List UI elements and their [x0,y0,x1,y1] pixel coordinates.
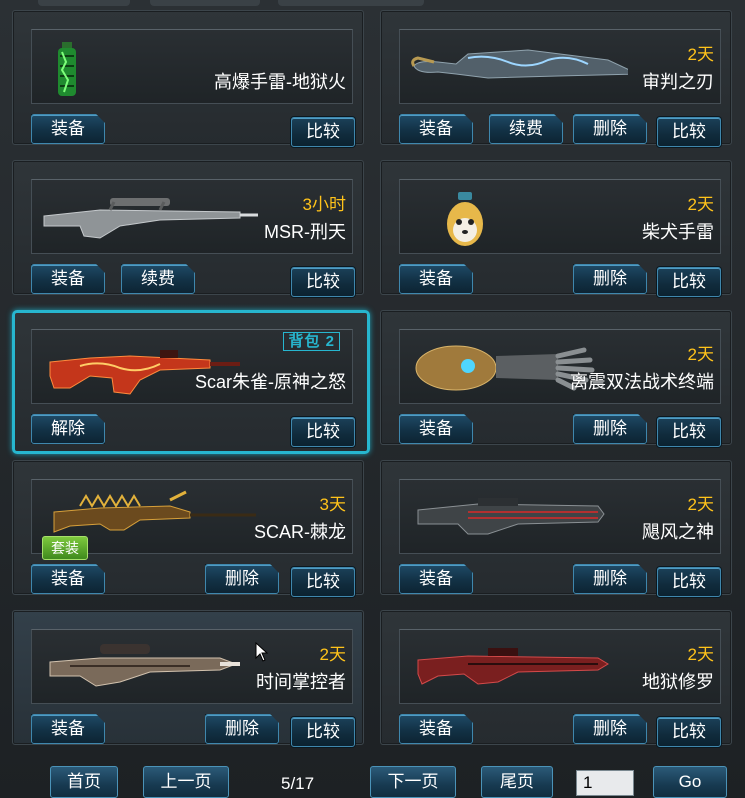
item-image-frame: 2天 时间掌控者 [31,629,353,704]
item-duration: 2天 [687,45,714,64]
msr-rifle-icon [43,198,258,239]
item-name: MSR-刑天 [264,222,346,242]
item-card[interactable]: 2天 飓风之神 装备 删除 比较 [380,460,732,597]
first-page-button[interactable]: 首页 [50,766,118,798]
item-name: SCAR-棘龙 [253,522,346,542]
bag-tag: 背包 2 [283,332,340,351]
item-image-frame: 2天 审判之刃 [399,29,721,104]
unequip-button[interactable]: 解除 [31,414,105,444]
item-name: 飓风之神 [642,522,714,542]
item-card[interactable]: 2天 地狱修罗 装备 删除 比较 [380,610,732,747]
item-image-frame: 2天 离震双法战术终端 [399,329,721,404]
delete-button[interactable]: 删除 [205,714,279,744]
item-duration: 2天 [687,345,714,364]
delete-button[interactable]: 删除 [573,414,647,444]
item-name: 审判之刃 [642,72,714,92]
compare-button[interactable]: 比较 [291,717,355,747]
item-duration: 3天 [319,495,346,514]
suit-tag: 套装 [42,536,88,560]
item-card[interactable]: 2天 审判之刃 装备 续费 删除 比较 [380,10,732,147]
hurricane-god-icon [417,498,605,535]
item-duration: 2天 [319,645,346,664]
compare-button[interactable]: 比较 [291,267,355,297]
equip-button[interactable]: 装备 [399,414,473,444]
item-duration: 2天 [687,645,714,664]
item-duration: 3小时 [302,195,346,214]
delete-button[interactable]: 删除 [573,114,647,144]
equip-button[interactable]: 装备 [399,264,473,294]
equip-button[interactable]: 装备 [31,564,105,594]
item-card-selected[interactable]: 背包 2 Scar朱雀-原神之怒 解除 比较 [12,310,370,454]
item-name: 高爆手雷-地狱火 [214,72,346,92]
last-page-button[interactable]: 尾页 [481,766,553,798]
equip-button[interactable]: 装备 [31,114,105,144]
item-card[interactable]: 套装 3天 SCAR-棘龙 装备 删除 比较 [12,460,364,597]
next-page-button[interactable]: 下一页 [370,766,456,798]
item-image-frame: 套装 3天 SCAR-棘龙 [31,479,353,560]
top-strip-mid [150,0,260,6]
equip-button[interactable]: 装备 [31,264,105,294]
item-name: 地狱修罗 [642,672,714,692]
delete-button[interactable]: 删除 [205,564,279,594]
compare-button[interactable]: 比较 [657,417,721,447]
equip-button[interactable]: 装备 [31,714,105,744]
delete-button[interactable]: 删除 [573,264,647,294]
item-card-hover[interactable]: 2天 时间掌控者 装备 删除 比较 [12,610,364,747]
delete-button[interactable]: 删除 [573,564,647,594]
compare-button[interactable]: 比较 [657,117,721,147]
equip-button[interactable]: 装备 [399,564,473,594]
page-indicator: 5/17 [281,774,315,793]
compare-button[interactable]: 比较 [291,117,355,147]
item-name: 离震双法战术终端 [570,372,714,392]
item-name: 时间掌控者 [256,672,346,692]
compare-button[interactable]: 比较 [291,417,355,447]
shiba-grenade-icon [447,192,483,246]
item-image-frame: 2天 飓风之神 [399,479,721,554]
mouse-cursor-icon [255,642,269,662]
item-image-frame: 高爆手雷-地狱火 [31,29,353,104]
top-strip-right [278,0,424,6]
item-name: Scar朱雀-原神之怒 [194,372,346,392]
go-button[interactable]: Go [653,766,727,798]
hell-asura-icon [417,648,609,685]
renew-button[interactable]: 续费 [121,264,195,294]
item-name: 柴犬手雷 [642,222,714,242]
top-strip-left [38,0,130,6]
renew-button[interactable]: 续费 [489,114,563,144]
time-controller-icon [49,644,240,687]
item-card[interactable]: 2天 柴犬手雷 装备 删除 比较 [380,160,732,297]
compare-button[interactable]: 比较 [291,567,355,597]
item-image-frame: 2天 柴犬手雷 [399,179,721,254]
item-image-frame: 3小时 MSR-刑天 [31,179,353,254]
equip-button[interactable]: 装备 [399,714,473,744]
equip-button[interactable]: 装备 [399,114,473,144]
item-image-frame: 2天 地狱修罗 [399,629,721,704]
item-card[interactable]: 2天 离震双法战术终端 装备 删除 比较 [380,310,732,447]
item-image-frame: 背包 2 Scar朱雀-原神之怒 [31,329,353,404]
compare-button[interactable]: 比较 [657,717,721,747]
item-card[interactable]: 3小时 MSR-刑天 装备 续费 比较 [12,160,364,297]
delete-button[interactable]: 删除 [573,714,647,744]
page-number-input[interactable]: 1 [576,770,634,796]
item-duration: 2天 [687,195,714,214]
prev-page-button[interactable]: 上一页 [143,766,229,798]
blade-judgment-icon [411,49,628,79]
item-duration: 2天 [687,495,714,514]
compare-button[interactable]: 比较 [657,267,721,297]
compare-button[interactable]: 比较 [657,567,721,597]
item-card[interactable]: 高爆手雷-地狱火 装备 比较 [12,10,364,147]
